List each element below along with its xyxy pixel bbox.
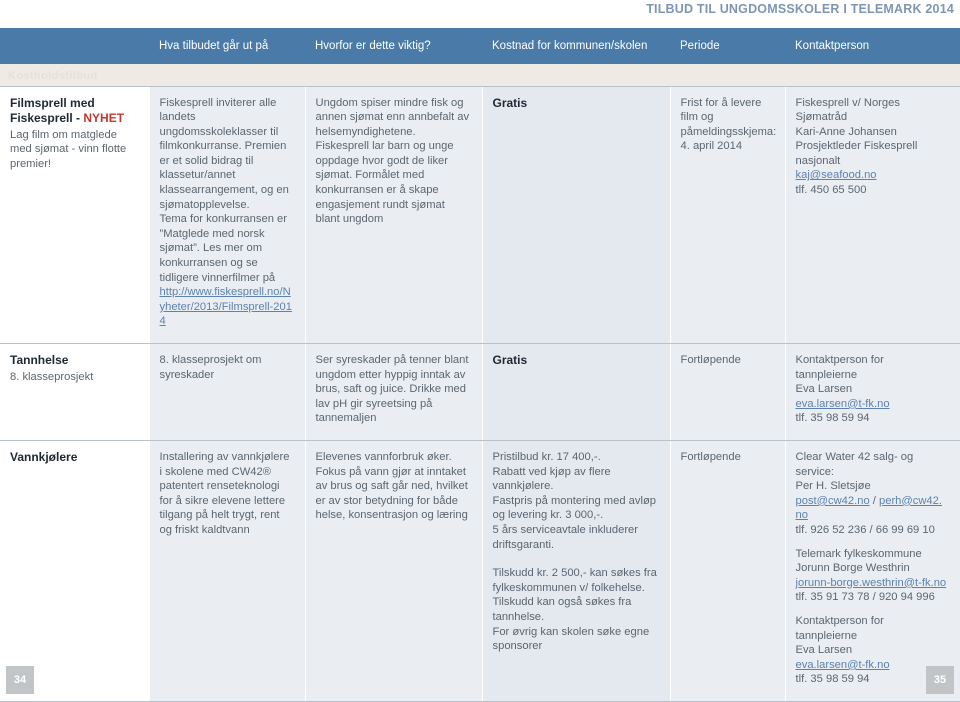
column-header-hva: Hva tilbudet går ut på [149,28,305,64]
contact-line: tlf. 450 65 500 [795,184,867,197]
contact-line: eva.larsen@t-fk.no [796,397,949,412]
column-header-periode: Periode [670,28,785,64]
table-row: Filmsprell med Fiskesprell - NYHET Lag fi… [0,85,960,344]
document-title: TILBUD TIL UNGDOMSSKOLER I TELEMARK 2014 [646,2,954,16]
cell-paragraph: Ungdom spiser mindre fisk og annen sjøma… [315,96,470,226]
offer-period-cell: Fortløpende [669,439,785,702]
offer-subtitle: Lag film om matglede med sjømat - vinn f… [10,128,127,170]
contact-line: Eva Larsen [795,383,853,396]
contact-line: tlf. 35 98 59 94 [795,412,870,425]
contact-line: Kontaktperson for tannpleierne [795,354,884,381]
section-band-cell: Kostholdstilbud [0,64,960,86]
page-number-left: 34 [6,666,34,694]
offer-contact-cell: Fiskesprell v/ Norges Sjømatråd Kari-Anne… [784,85,960,344]
contact-line: kaj@seafood.no [796,168,949,183]
offer-description-cell: Installering av vannkjølere i skolene me… [148,439,305,702]
table-row: Tannhelse 8. klasseprosjekt 8. klasseprosj… [0,343,960,441]
offer-description-cell: Fiskesprell inviterer alle landets ungdo… [148,85,305,344]
offer-period-cell: Fortløpende [669,343,785,441]
contact-line: jorunn-borge.westhrin@t-fk.no [796,576,949,591]
column-header-kostnad: Kostnad for kommunen/skolen [482,28,670,64]
table-row: Vannkjølere Installering av vannkjølere i… [0,439,960,702]
cell-paragraph: 4. april 2014 [680,140,743,153]
contact-line: Eva Larsen [795,644,853,657]
offer-subtitle: 8. klasseprosjekt [10,371,94,383]
new-badge: NYHET [83,110,125,125]
document-page: TILBUD TIL UNGDOMSSKOLER I TELEMARK 2014… [0,0,960,702]
column-header-kontaktperson: Kontaktperson [785,28,960,64]
contact-email-link[interactable]: jorunn-borge.westhrin@t-fk.no [796,577,947,589]
table-band: Kostholdstilbud [0,64,960,86]
cell-paragraph: Rabatt ved kjøp av flere vannkjølere. [492,465,611,493]
contact-email-link[interactable]: eva.larsen@t-fk.no [796,659,890,671]
offer-contact-cell: Clear Water 42 salg- og service: Per H. S… [784,439,960,702]
offer-cost-cell: Gratis [481,85,670,344]
table-header: Hva tilbudet går ut på Hvorfor er dette … [0,28,960,64]
cell-paragraph: 5 års serviceavtale inkluderer driftsgar… [492,523,639,551]
offer-contact-cell: Kontaktperson for tannpleierne Eva Larsen… [784,343,960,441]
offer-cost-cell: Gratis [481,343,670,441]
cell-paragraph: Elevenes vannforbruk øker. Fokus på vann… [315,450,468,522]
offer-rationale-cell: Ungdom spiser mindre fisk og annen sjøma… [304,85,482,344]
offer-rationale-cell: Elevenes vannforbruk øker. Fokus på vann… [304,439,482,702]
running-header: TILBUD TIL UNGDOMSSKOLER I TELEMARK 2014 [646,2,954,16]
cell-paragraph: Tilskudd kan også søkes fra tannhelse. [492,596,632,623]
contact-line: tlf. 35 91 73 78 / 920 94 996 [795,591,935,604]
section-band-label: Kostholdstilbud [8,69,98,82]
cell-paragraph: Fastpris på montering med avløp og lever… [492,494,657,522]
section-band-row: Kostholdstilbud [0,64,960,86]
column-header-hvorfor: Hvorfor er dette viktig? [305,28,482,64]
cell-paragraph: For øvrig kan skolen søke egne sponsorer [492,625,650,653]
offer-rationale-cell: Ser syreskader på tenner blant ungdom et… [304,343,482,441]
cost-highlight: Gratis [492,95,528,110]
table-header-row: Hva tilbudet går ut på Hvorfor er dette … [0,28,960,64]
offer-link[interactable]: http://www.fiskesprell.no/Nyheter/2013/F… [160,286,292,327]
cost-highlight: Gratis [492,353,528,367]
offers-table: Hva tilbudet går ut på Hvorfor er dette … [0,28,960,702]
contact-line [796,605,949,614]
contact-line: Telemark fylkeskommune [795,547,922,560]
cell-paragraph: Fiskesprell inviterer alle landets ungdo… [159,96,289,211]
cell-paragraph: Fortløpende [680,354,741,366]
contact-line: post@cw42.no / perh@cw42.no [795,494,942,522]
contact-email-link[interactable]: eva.larsen@t-fk.no [796,398,890,410]
table-body: Filmsprell med Fiskesprell - NYHET Lag fi… [0,85,960,702]
cell-paragraph: Tilskudd kr. 2 500,- kan søkes fra fylke… [492,567,657,594]
cell-paragraph: Tema for konkurransen er ”Matglede med n… [159,213,287,284]
contact-line: Jorunn Borge Westhrin [795,562,910,575]
contact-line: tlf. 926 52 236 / 66 99 69 10 [795,523,935,536]
cell-paragraph: Installering av vannkjølere i skolene me… [159,450,290,536]
offer-period-cell: Frist for å levere film og påmeldingsskj… [669,85,785,344]
contact-line: Prosjektleder Fiskesprell nasjonalt [795,140,918,167]
contact-email-link[interactable]: post@cw42.no [796,495,870,507]
contact-line: Per H. Sletsjøe [795,480,871,493]
cell-paragraph: Pristilbud kr. 17 400,-. [492,450,601,463]
page-number-right: 35 [926,666,954,694]
cell-paragraph: Ser syreskader på tenner blant ungdom et… [315,354,469,425]
offer-title-cell: Filmsprell med Fiskesprell - NYHET Lag fi… [0,85,149,344]
cell-paragraph: Frist for å levere film og påmeldingsskj… [680,96,777,138]
cell-paragraph: Fortløpende [680,450,741,463]
contact-email-link[interactable]: kaj@seafood.no [796,169,877,181]
contact-line: Kontaktperson for tannpleierne [795,614,884,642]
offer-cost-cell: Pristilbud kr. 17 400,-. Rabatt ved kjøp … [481,439,670,702]
cell-paragraph: 8. klasseprosjekt om syreskader [159,354,262,381]
contact-line: Clear Water 42 salg- og service: [795,450,914,478]
cost-spacer [493,552,658,566]
offer-title-cell: Tannhelse 8. klasseprosjekt [0,343,149,441]
offer-title: Vannkjølere [10,449,78,464]
offer-description-cell: 8. klasseprosjekt om syreskader [148,343,305,441]
contact-line: Fiskesprell v/ Norges Sjømatråd [795,96,900,124]
offer-title-cell: Vannkjølere [0,439,149,702]
offer-title: Filmsprell med Fiskesprell - NYHET [10,95,125,125]
column-header-tilbud [0,28,149,64]
offer-title: Tannhelse [10,353,69,367]
contact-line [796,538,949,547]
contact-line: Kari-Anne Johansen [795,125,897,138]
